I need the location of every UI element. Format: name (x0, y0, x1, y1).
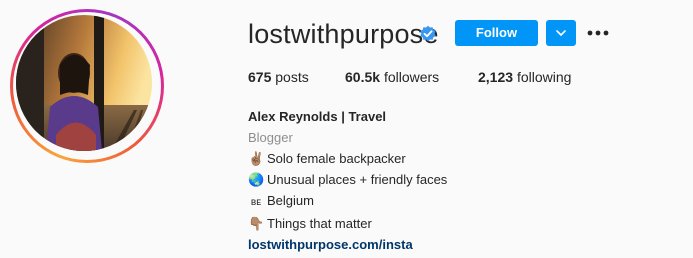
followers-label: followers (383, 69, 440, 85)
avatar-photo (16, 15, 152, 151)
suggested-accounts-dropdown-button[interactable] (546, 20, 576, 46)
following-label: following (516, 69, 572, 85)
following-stat[interactable]: 2,123 following (478, 69, 571, 85)
bio-line: 🌏 Unusual places + friendly faces (248, 169, 447, 190)
chevron-down-icon (556, 30, 566, 36)
posts-count: 675 (248, 69, 272, 85)
globe-icon: 🌏 (248, 172, 265, 187)
profile-full-name: Alex Reynolds | Travel (248, 109, 387, 124)
verified-badge-icon (420, 25, 436, 42)
followers-count: 60.5k (345, 69, 381, 85)
bio-line-text: Solo female backpacker (267, 151, 406, 166)
follow-button[interactable]: Follow (455, 20, 538, 46)
profile-website-link[interactable]: lostwithpurpose.com/insta (248, 234, 447, 255)
more-options-icon[interactable] (586, 24, 610, 42)
bio-line: ✌🏽 Solo female backpacker (248, 148, 447, 169)
profile-bio: Alex Reynolds | Travel Blogger ✌🏽 Solo fe… (248, 106, 447, 255)
profile-category: Blogger (248, 130, 293, 145)
profile-username: lostwithpurpose (248, 19, 439, 49)
bio-line: 👇🏽 Things that matter (248, 213, 447, 234)
bio-line-text: Unusual places + friendly faces (267, 172, 448, 187)
posts-label: posts (275, 69, 309, 85)
bio-line-text: Things that matter (267, 216, 372, 231)
posts-stat: 675 posts (248, 69, 309, 85)
bio-line-text: Belgium (267, 193, 314, 208)
pointing-down-icon: 👇🏽 (248, 216, 265, 231)
bio-line: ʙᴇ Belgium (248, 190, 447, 213)
country-code-icon: ʙᴇ (250, 197, 262, 208)
profile-avatar[interactable] (10, 9, 164, 163)
following-count: 2,123 (478, 69, 514, 85)
followers-stat[interactable]: 60.5k followers (345, 69, 439, 85)
victory-hand-icon: ✌🏽 (248, 151, 265, 166)
